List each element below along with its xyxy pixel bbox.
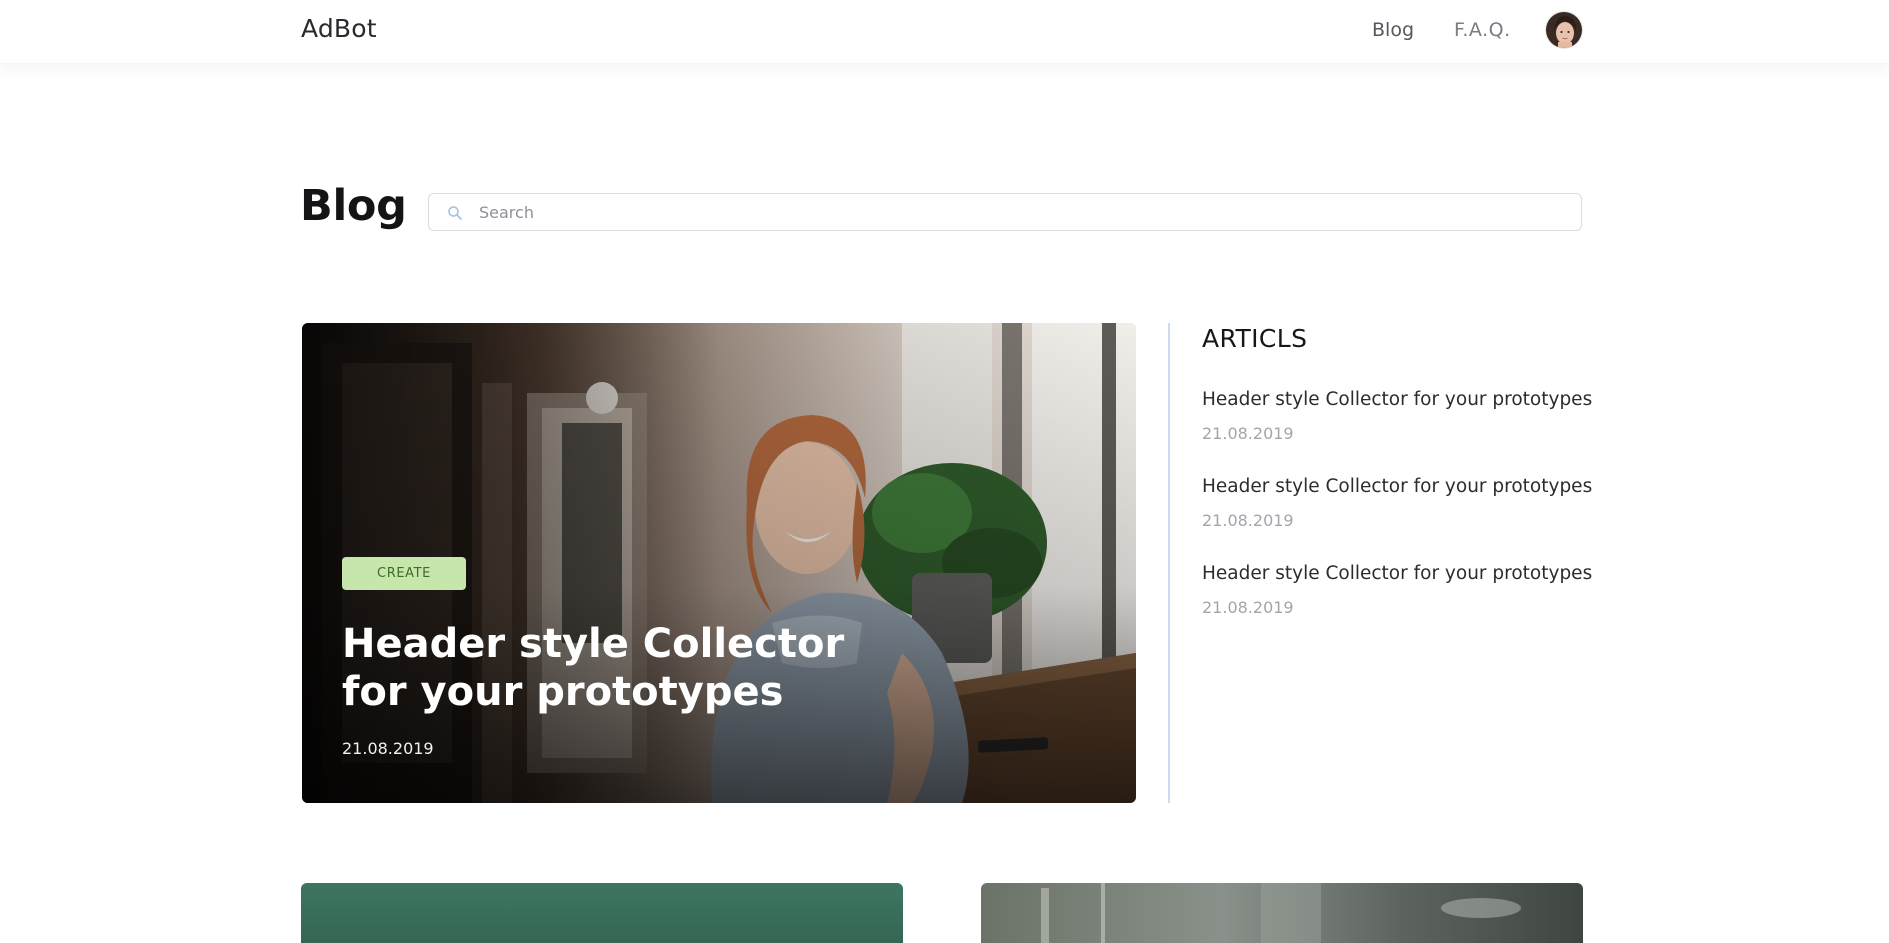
article-date: 21.08.2019	[1202, 424, 1294, 443]
featured-article-card[interactable]: CREATE Header style Collector for your p…	[302, 323, 1136, 803]
user-avatar[interactable]	[1545, 11, 1583, 49]
search-icon	[448, 206, 462, 220]
nav-link-blog[interactable]: Blog	[1372, 19, 1414, 41]
sidebar-article[interactable]: Header style Collector for your prototyp…	[1202, 563, 1592, 617]
article-card-image	[1041, 883, 1521, 943]
top-navbar: AdBot Blog F.A.Q.	[0, 0, 1889, 64]
logo[interactable]: AdBot	[301, 14, 377, 43]
article-card-image	[301, 883, 903, 943]
search-input[interactable]	[479, 194, 1569, 230]
sidebar-article[interactable]: Header style Collector for your prototyp…	[1202, 389, 1592, 443]
article-title[interactable]: Header style Collector for your prototyp…	[1202, 389, 1592, 410]
sidebar-article[interactable]: Header style Collector for your prototyp…	[1202, 476, 1592, 530]
sidebar-heading: ARTICLS	[1202, 324, 1308, 353]
article-card[interactable]	[301, 883, 903, 943]
featured-article-date: 21.08.2019	[342, 739, 434, 758]
article-date: 21.08.2019	[1202, 511, 1294, 530]
featured-article-title[interactable]: Header style Collector for your prototyp…	[342, 620, 902, 716]
search-box[interactable]	[428, 193, 1582, 231]
category-tag[interactable]: CREATE	[342, 557, 466, 590]
article-title[interactable]: Header style Collector for your prototyp…	[1202, 476, 1592, 497]
sidebar-divider	[1168, 323, 1170, 803]
nav-link-faq[interactable]: F.A.Q.	[1454, 19, 1511, 41]
page-title: Blog	[300, 181, 407, 231]
article-date: 21.08.2019	[1202, 598, 1294, 617]
article-title[interactable]: Header style Collector for your prototyp…	[1202, 563, 1592, 584]
article-card[interactable]	[981, 883, 1583, 943]
avatar-image	[1546, 12, 1582, 48]
